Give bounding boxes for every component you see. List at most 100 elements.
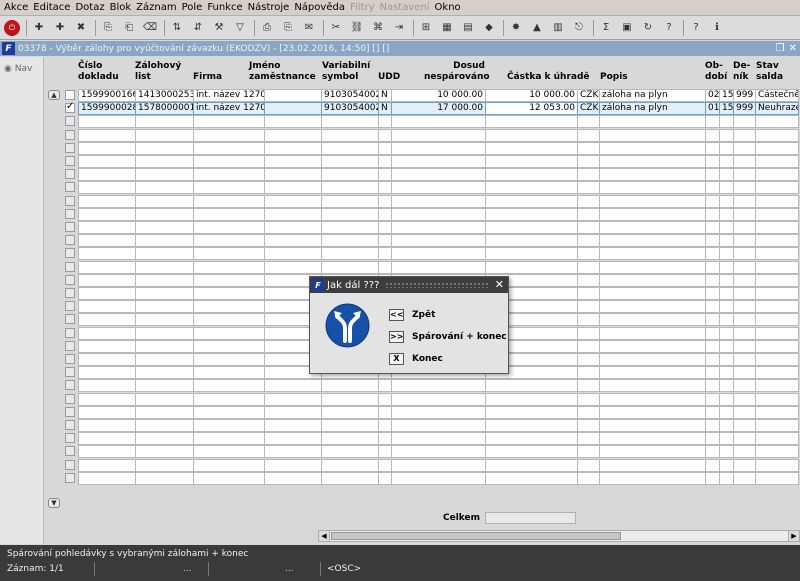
cell-zalohovy[interactable]: [135, 379, 194, 392]
cell-zalohovy[interactable]: [135, 274, 194, 287]
cell-obdobi[interactable]: [705, 261, 720, 274]
table-row[interactable]: [78, 181, 799, 194]
cell-popis[interactable]: [599, 221, 706, 234]
cell-firma[interactable]: [193, 366, 265, 379]
cell-mena[interactable]: [577, 287, 600, 300]
cell-obdobi[interactable]: [705, 300, 720, 313]
row-checkbox[interactable]: [65, 143, 75, 153]
table-row[interactable]: [78, 142, 799, 155]
row-checkbox[interactable]: [65, 196, 75, 206]
menu-item[interactable]: Okno: [435, 2, 461, 13]
cell-denik[interactable]: [733, 340, 756, 353]
cell-firma[interactable]: [193, 115, 265, 128]
cell-obdobi[interactable]: [705, 419, 720, 432]
cell-firma[interactable]: [193, 261, 265, 274]
cell-vs[interactable]: 9103054002: [321, 89, 379, 102]
cell-mena[interactable]: [577, 247, 600, 260]
row-checkbox[interactable]: [65, 182, 75, 192]
cell-dosud[interactable]: [391, 472, 486, 485]
cell-cislo[interactable]: [78, 115, 136, 128]
cell-mena[interactable]: CZK: [577, 89, 600, 102]
cell-castka[interactable]: [485, 129, 578, 142]
cell-obdobi[interactable]: [705, 221, 720, 234]
cell-popis[interactable]: záloha na plyn: [599, 102, 706, 115]
cell-jmeno[interactable]: [264, 406, 322, 419]
tree-icon[interactable]: ⊞: [418, 20, 434, 36]
cell-popis[interactable]: [599, 340, 706, 353]
cell-obdobi[interactable]: [705, 379, 720, 392]
cell-mena[interactable]: [577, 155, 600, 168]
cell-jmeno[interactable]: [264, 208, 322, 221]
cell-firma[interactable]: [193, 406, 265, 419]
cell-obdobi[interactable]: [705, 366, 720, 379]
cell-denik[interactable]: [733, 129, 756, 142]
cell-jmeno[interactable]: [264, 142, 322, 155]
cell-dosud[interactable]: [391, 261, 486, 274]
cell-dosud[interactable]: [391, 247, 486, 260]
cell-obd2[interactable]: [719, 247, 734, 260]
row-checkbox[interactable]: [65, 328, 75, 338]
table-row[interactable]: [78, 472, 799, 485]
cell-dosud[interactable]: [391, 459, 486, 472]
tools-icon[interactable]: ⚒: [211, 20, 227, 36]
cell-cislo[interactable]: [78, 472, 136, 485]
cell-firma[interactable]: [193, 393, 265, 406]
cell-dosud[interactable]: [391, 379, 486, 392]
cell-popis[interactable]: [599, 195, 706, 208]
cell-denik[interactable]: [733, 432, 756, 445]
cell-zalohovy[interactable]: [135, 287, 194, 300]
cell-obdobi[interactable]: [705, 168, 720, 181]
sum-icon[interactable]: Σ: [598, 20, 614, 36]
cell-firma[interactable]: [193, 208, 265, 221]
cell-mena[interactable]: [577, 274, 600, 287]
row-checkbox[interactable]: [65, 90, 75, 100]
cell-dosud[interactable]: [391, 155, 486, 168]
cell-zalohovy[interactable]: [135, 353, 194, 366]
finish-button[interactable]: X: [389, 353, 404, 365]
cell-cislo[interactable]: [78, 419, 136, 432]
cell-zalohovy[interactable]: [135, 300, 194, 313]
cell-zalohovy[interactable]: [135, 221, 194, 234]
horizontal-scrollbar[interactable]: ◀ ▶: [318, 530, 800, 542]
cell-obd2[interactable]: [719, 313, 734, 326]
cell-stav[interactable]: [755, 459, 799, 472]
cell-stav[interactable]: [755, 300, 799, 313]
cell-stav[interactable]: [755, 168, 799, 181]
cell-udd[interactable]: [378, 208, 392, 221]
cell-zalohovy[interactable]: 1413000253: [135, 89, 194, 102]
cell-obdobi[interactable]: [705, 234, 720, 247]
cell-jmeno[interactable]: [264, 419, 322, 432]
table-row[interactable]: [78, 419, 799, 432]
cell-vs[interactable]: [321, 221, 379, 234]
cube-icon[interactable]: ◆: [481, 20, 497, 36]
cell-dosud[interactable]: [391, 234, 486, 247]
row-checkbox[interactable]: [65, 394, 75, 404]
cell-popis[interactable]: [599, 366, 706, 379]
cell-popis[interactable]: [599, 313, 706, 326]
cell-firma[interactable]: [193, 313, 265, 326]
cell-castka[interactable]: [485, 472, 578, 485]
row-checkbox[interactable]: [65, 235, 75, 245]
cell-obdobi[interactable]: [705, 340, 720, 353]
row-checkbox[interactable]: [65, 156, 75, 166]
cell-firma[interactable]: [193, 274, 265, 287]
exit-icon[interactable]: ⏻: [4, 19, 20, 36]
warning-icon[interactable]: ▲: [529, 20, 545, 36]
cell-denik[interactable]: [733, 221, 756, 234]
cell-udd[interactable]: [378, 472, 392, 485]
cell-vs[interactable]: [321, 261, 379, 274]
cell-popis[interactable]: [599, 472, 706, 485]
help-icon[interactable]: ?: [661, 20, 677, 36]
cell-firma[interactable]: [193, 419, 265, 432]
menu-item[interactable]: Editace: [33, 2, 70, 13]
cell-vs[interactable]: [321, 208, 379, 221]
row-checkbox[interactable]: [65, 367, 75, 377]
cell-obd2[interactable]: [719, 300, 734, 313]
cell-mena[interactable]: [577, 221, 600, 234]
row-checkbox[interactable]: [65, 380, 75, 390]
cell-denik[interactable]: [733, 142, 756, 155]
cell-obdobi[interactable]: [705, 129, 720, 142]
scroll-left-icon[interactable]: ◀: [319, 531, 330, 541]
cell-vs[interactable]: [321, 155, 379, 168]
row-checkbox[interactable]: [65, 420, 75, 430]
